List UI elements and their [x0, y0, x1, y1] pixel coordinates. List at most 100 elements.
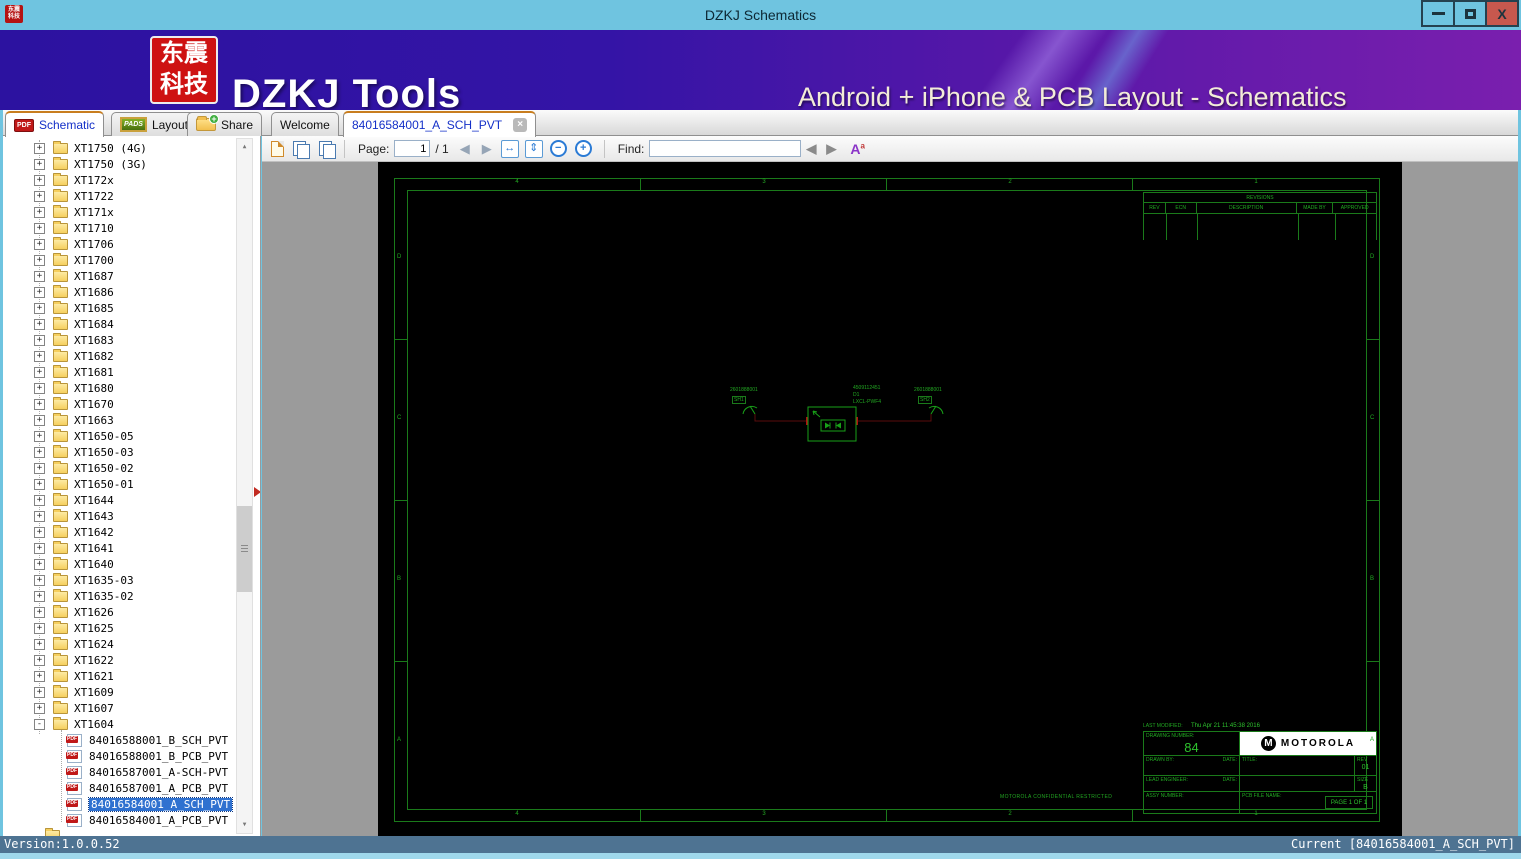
- expand-icon[interactable]: +: [34, 382, 45, 394]
- expand-icon[interactable]: +: [34, 494, 45, 506]
- expand-icon[interactable]: +: [34, 398, 45, 410]
- expand-icon[interactable]: +: [34, 190, 45, 202]
- tree-folder-item[interactable]: + XT1640: [3, 556, 235, 572]
- expand-icon[interactable]: +: [34, 206, 45, 218]
- expand-icon[interactable]: +: [34, 542, 45, 554]
- sidebar-scrollbar[interactable]: ▲ ▼: [236, 138, 253, 834]
- tree-folder-item[interactable]: + XT1687: [3, 268, 235, 284]
- tree-folder-item[interactable]: + XT1650-02: [3, 460, 235, 476]
- fit-page-button[interactable]: ⇕: [524, 139, 543, 158]
- tree-folder-item[interactable]: + XT1641: [3, 540, 235, 556]
- scroll-down-button[interactable]: ▼: [237, 817, 252, 833]
- tree-folder-item[interactable]: - XT1604: [3, 716, 235, 732]
- expand-icon[interactable]: +: [34, 478, 45, 490]
- copy-page-icon[interactable]: [293, 140, 310, 159]
- find-next-button[interactable]: ▶: [826, 141, 836, 157]
- tree-folder-item[interactable]: + XT1635-02: [3, 588, 235, 604]
- close-button[interactable]: X: [1485, 0, 1519, 27]
- tree-folder-item[interactable]: + XT1609: [3, 684, 235, 700]
- expand-icon[interactable]: +: [34, 414, 45, 426]
- tree-folder-item[interactable]: + XT1685: [3, 300, 235, 316]
- export-page-icon[interactable]: [319, 140, 336, 159]
- tree-folder-item[interactable]: + XT1625: [3, 620, 235, 636]
- expand-icon[interactable]: +: [34, 686, 45, 698]
- tab-welcome[interactable]: Welcome: [271, 112, 339, 136]
- tree-folder-item[interactable]: + XT1706: [3, 236, 235, 252]
- expand-icon[interactable]: +: [34, 462, 45, 474]
- tree-file-item[interactable]: PDF 84016584001_A_SCH_PVT: [3, 796, 235, 812]
- tree-folder-item[interactable]: + XT1622: [3, 652, 235, 668]
- tree-folder-item[interactable]: + XT1635-03: [3, 572, 235, 588]
- expand-icon[interactable]: +: [34, 638, 45, 650]
- tree-folder-item[interactable]: + XT1710: [3, 220, 235, 236]
- schematic-viewer[interactable]: REVISIONS REV ECN DESCRIPTION MADE BY APPROV…: [262, 162, 1518, 836]
- tree-folder-item[interactable]: + XT1722: [3, 188, 235, 204]
- tree-folder-item[interactable]: + XT1642: [3, 524, 235, 540]
- fit-width-button[interactable]: ↔: [500, 139, 519, 158]
- tab-share[interactable]: + Share: [187, 112, 263, 136]
- tree-folder-item[interactable]: + XT1670: [3, 396, 235, 412]
- tree-folder-item[interactable]: + XT1700: [3, 252, 235, 268]
- expand-icon[interactable]: +: [34, 590, 45, 602]
- expand-icon[interactable]: +: [34, 622, 45, 634]
- maximize-button[interactable]: [1453, 0, 1487, 27]
- expand-icon[interactable]: +: [34, 334, 45, 346]
- tree-file-item[interactable]: PDF 84016584001_A_PCB_PVT: [3, 812, 235, 828]
- tab-document[interactable]: 84016584001_A_SCH_PVT ×: [343, 111, 537, 137]
- tree-folder-item[interactable]: + XT1750 (4G): [3, 140, 235, 156]
- tree-folder-item[interactable]: + XT1683: [3, 332, 235, 348]
- expand-icon[interactable]: +: [34, 574, 45, 586]
- expand-icon[interactable]: +: [34, 270, 45, 282]
- splitter-collapse-arrow[interactable]: [254, 487, 260, 497]
- expand-icon[interactable]: +: [34, 174, 45, 186]
- scroll-up-button[interactable]: ▲: [237, 139, 252, 155]
- expand-icon[interactable]: +: [34, 318, 45, 330]
- zoom-in-button[interactable]: +: [574, 140, 592, 157]
- tree-folder-item[interactable]: + XT171x: [3, 204, 235, 220]
- tree-folder-item[interactable]: + XT1681: [3, 364, 235, 380]
- snapshot-page-icon[interactable]: [271, 140, 284, 157]
- expand-icon[interactable]: +: [34, 222, 45, 234]
- tree-folder-item[interactable]: + XT1626: [3, 604, 235, 620]
- expand-icon[interactable]: +: [34, 302, 45, 314]
- next-page-button[interactable]: ▶: [482, 141, 492, 157]
- expand-icon[interactable]: +: [34, 510, 45, 522]
- expand-icon[interactable]: +: [34, 446, 45, 458]
- tree-folder-item[interactable]: + XT1680: [3, 380, 235, 396]
- tree-file-item[interactable]: PDF 84016588001_B_PCB_PVT: [3, 748, 235, 764]
- tree-file-item[interactable]: PDF 84016587001_A-SCH-PVT: [3, 764, 235, 780]
- tree-folder-item[interactable]: + XT1750 (3G): [3, 156, 235, 172]
- tree-folder-item[interactable]: + XT1643: [3, 508, 235, 524]
- tree-folder-item[interactable]: + XT1682: [3, 348, 235, 364]
- tree-folder-item[interactable]: + XT1621: [3, 668, 235, 684]
- expand-icon[interactable]: +: [34, 254, 45, 266]
- prev-page-button[interactable]: ◀: [460, 141, 470, 157]
- tree-folder-item[interactable]: + XT1684: [3, 316, 235, 332]
- tree-folder-item[interactable]: + XT1644: [3, 492, 235, 508]
- tree-folder-item[interactable]: + XT1663: [3, 412, 235, 428]
- expand-icon[interactable]: +: [34, 606, 45, 618]
- find-input[interactable]: [649, 140, 802, 157]
- expand-icon[interactable]: +: [34, 238, 45, 250]
- tab-schematic[interactable]: PDF Schematic: [5, 111, 105, 137]
- expand-icon[interactable]: +: [34, 158, 45, 170]
- expand-icon[interactable]: +: [34, 286, 45, 298]
- tree-file-item[interactable]: PDF 84016588001_B_SCH_PVT: [3, 732, 235, 748]
- find-prev-button[interactable]: ◀: [806, 141, 816, 157]
- expand-icon[interactable]: +: [34, 654, 45, 666]
- expand-icon[interactable]: +: [34, 366, 45, 378]
- collapse-icon[interactable]: -: [34, 718, 45, 730]
- tree-folder-item[interactable]: + XT1650-01: [3, 476, 235, 492]
- tree-folder-item[interactable]: + XT1650-05: [3, 428, 235, 444]
- scrollbar-thumb[interactable]: [237, 506, 252, 592]
- tree-folder-item[interactable]: + XT1624: [3, 636, 235, 652]
- text-size-button[interactable]: Aa: [850, 141, 865, 157]
- expand-icon[interactable]: +: [34, 350, 45, 362]
- expand-icon[interactable]: +: [34, 526, 45, 538]
- tab-close-icon[interactable]: ×: [513, 118, 528, 132]
- expand-icon[interactable]: +: [34, 142, 45, 154]
- zoom-out-button[interactable]: −: [549, 140, 567, 157]
- expand-icon[interactable]: +: [34, 670, 45, 682]
- page-input[interactable]: [394, 140, 431, 157]
- tree-file-item[interactable]: PDF 84016587001_A_PCB_PVT: [3, 780, 235, 796]
